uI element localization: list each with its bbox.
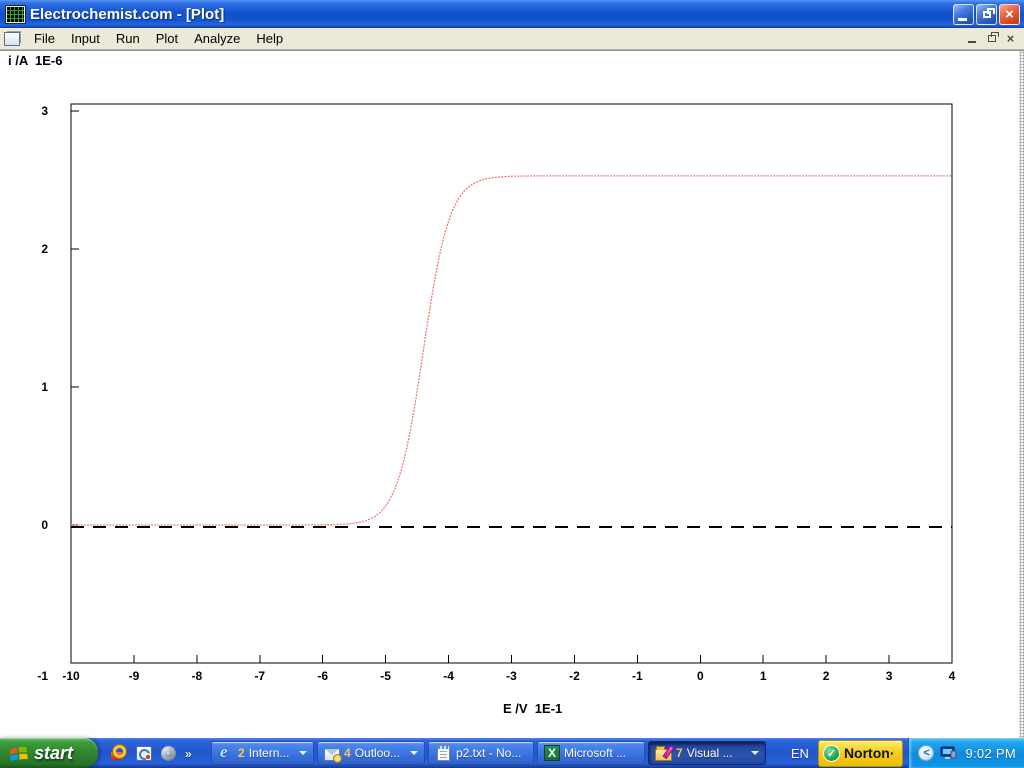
search-icon[interactable] bbox=[111, 745, 127, 761]
menu-plot[interactable]: Plot bbox=[148, 29, 186, 48]
minimize-button[interactable] bbox=[953, 4, 974, 25]
norton-label: Norton· bbox=[844, 745, 895, 761]
internet-explorer-icon bbox=[218, 746, 234, 761]
desktop: Electrochemist.com - [Plot] × FileInputR… bbox=[0, 0, 1024, 768]
grouped-window-count: 2 bbox=[238, 746, 245, 760]
taskbar-button-outloo[interactable]: 4 Outloo... bbox=[317, 741, 425, 765]
task-buttons: 2 Intern... 4 Outloo... p2.txt - No... Micros… bbox=[211, 741, 766, 765]
grouped-window-count: 7 bbox=[676, 746, 683, 760]
taskbar-button-label: Microsoft ... bbox=[564, 746, 626, 760]
show-desktop-icon[interactable] bbox=[136, 746, 152, 761]
taskbar-button-microsoft[interactable]: Microsoft ... bbox=[537, 741, 645, 765]
title-bar: Electrochemist.com - [Plot] × bbox=[0, 0, 1024, 28]
taskbar-button-label: Visual ... bbox=[687, 746, 733, 760]
taskbar-button-intern[interactable]: 2 Intern... bbox=[211, 741, 314, 765]
norton-badge[interactable]: ✓ Norton· bbox=[818, 740, 904, 767]
x-tick-label: -6 bbox=[317, 669, 328, 683]
taskbar-button-label: p2.txt - No... bbox=[456, 746, 521, 760]
chevron-down-icon[interactable] bbox=[751, 751, 759, 755]
display-icon[interactable] bbox=[940, 745, 957, 761]
x-tick-label: -5 bbox=[380, 669, 391, 683]
document-icon[interactable] bbox=[4, 32, 20, 46]
outlook-icon bbox=[324, 748, 340, 761]
taskbar-button-visual[interactable]: 7 Visual ... bbox=[648, 741, 766, 765]
taskbar-button-label: Outloo... bbox=[355, 746, 400, 760]
menu-file[interactable]: File bbox=[26, 29, 63, 48]
start-label: start bbox=[34, 743, 73, 764]
x-tick-label: -10 bbox=[62, 669, 80, 683]
y-tick-label: -1 bbox=[37, 669, 48, 683]
x-tick-label: 1 bbox=[760, 669, 767, 683]
media-player-icon[interactable] bbox=[161, 746, 176, 761]
chevron-down-icon[interactable] bbox=[410, 751, 418, 755]
x-tick-label: -4 bbox=[443, 669, 454, 683]
taskbar-button-label: Intern... bbox=[249, 746, 290, 760]
taskbar-clock: 9:02 PM bbox=[963, 746, 1016, 761]
x-tick-label: -8 bbox=[192, 669, 203, 683]
mdi-restore-button[interactable] bbox=[983, 31, 1000, 46]
mdi-edge-pattern bbox=[1019, 51, 1024, 738]
menu-help[interactable]: Help bbox=[248, 29, 291, 48]
windows-flag-icon bbox=[8, 743, 29, 764]
excel-icon bbox=[544, 745, 560, 761]
menu-analyze[interactable]: Analyze bbox=[186, 29, 248, 48]
plot-frame bbox=[71, 104, 952, 663]
system-tray: < 9:02 PM bbox=[908, 738, 1024, 768]
quick-launch-bar: » bbox=[98, 745, 211, 761]
quick-launch-overflow-chevron[interactable]: » bbox=[185, 747, 192, 761]
voltammogram-curve bbox=[71, 176, 952, 525]
x-tick-label: 2 bbox=[823, 669, 830, 683]
mdi-minimize-button[interactable] bbox=[964, 31, 981, 46]
language-indicator[interactable]: EN bbox=[782, 746, 818, 761]
window-title: Electrochemist.com - [Plot] bbox=[30, 6, 953, 23]
x-tick-label: -9 bbox=[129, 669, 140, 683]
tray-collapse-chevron-button[interactable]: < bbox=[918, 745, 934, 761]
x-tick-label: 4 bbox=[949, 669, 956, 683]
x-tick-label: -2 bbox=[569, 669, 580, 683]
plot-client-area: i /A 1E-6 -10-9-8-7-6-5-4-3-2-1012343210… bbox=[0, 50, 1024, 738]
plot-canvas: -10-9-8-7-6-5-4-3-2-1012343210-1 bbox=[0, 51, 1024, 739]
y-tick-label: 1 bbox=[41, 380, 48, 394]
x-tick-label: -1 bbox=[632, 669, 643, 683]
grouped-window-count: 4 bbox=[344, 746, 351, 760]
restore-button[interactable] bbox=[976, 4, 997, 25]
mdi-close-button[interactable]: × bbox=[1002, 31, 1019, 46]
x-tick-label: -7 bbox=[254, 669, 265, 683]
y-tick-label: 2 bbox=[41, 242, 48, 256]
menu-items: FileInputRunPlotAnalyzeHelp bbox=[26, 29, 291, 48]
start-button[interactable]: start bbox=[0, 738, 98, 768]
visual-studio-icon bbox=[655, 749, 672, 761]
menu-bar: FileInputRunPlotAnalyzeHelp × bbox=[0, 28, 1024, 50]
taskbar-button-p2-txt-no[interactable]: p2.txt - No... bbox=[428, 741, 534, 765]
chevron-down-icon[interactable] bbox=[299, 751, 307, 755]
x-tick-label: 3 bbox=[886, 669, 893, 683]
y-tick-label: 0 bbox=[41, 518, 48, 532]
x-axis-title: E /V 1E-1 bbox=[503, 701, 562, 716]
norton-check-icon: ✓ bbox=[823, 745, 840, 762]
taskbar: start » 2 Intern... 4 Outloo... p2.txt - No.… bbox=[0, 738, 1024, 768]
app-plot-icon bbox=[6, 6, 25, 23]
x-tick-label: 0 bbox=[697, 669, 704, 683]
notepad-icon bbox=[437, 745, 450, 761]
menu-run[interactable]: Run bbox=[108, 29, 148, 48]
close-button[interactable]: × bbox=[999, 4, 1020, 25]
x-tick-label: -3 bbox=[506, 669, 517, 683]
y-tick-label: 3 bbox=[41, 104, 48, 118]
menu-input[interactable]: Input bbox=[63, 29, 108, 48]
